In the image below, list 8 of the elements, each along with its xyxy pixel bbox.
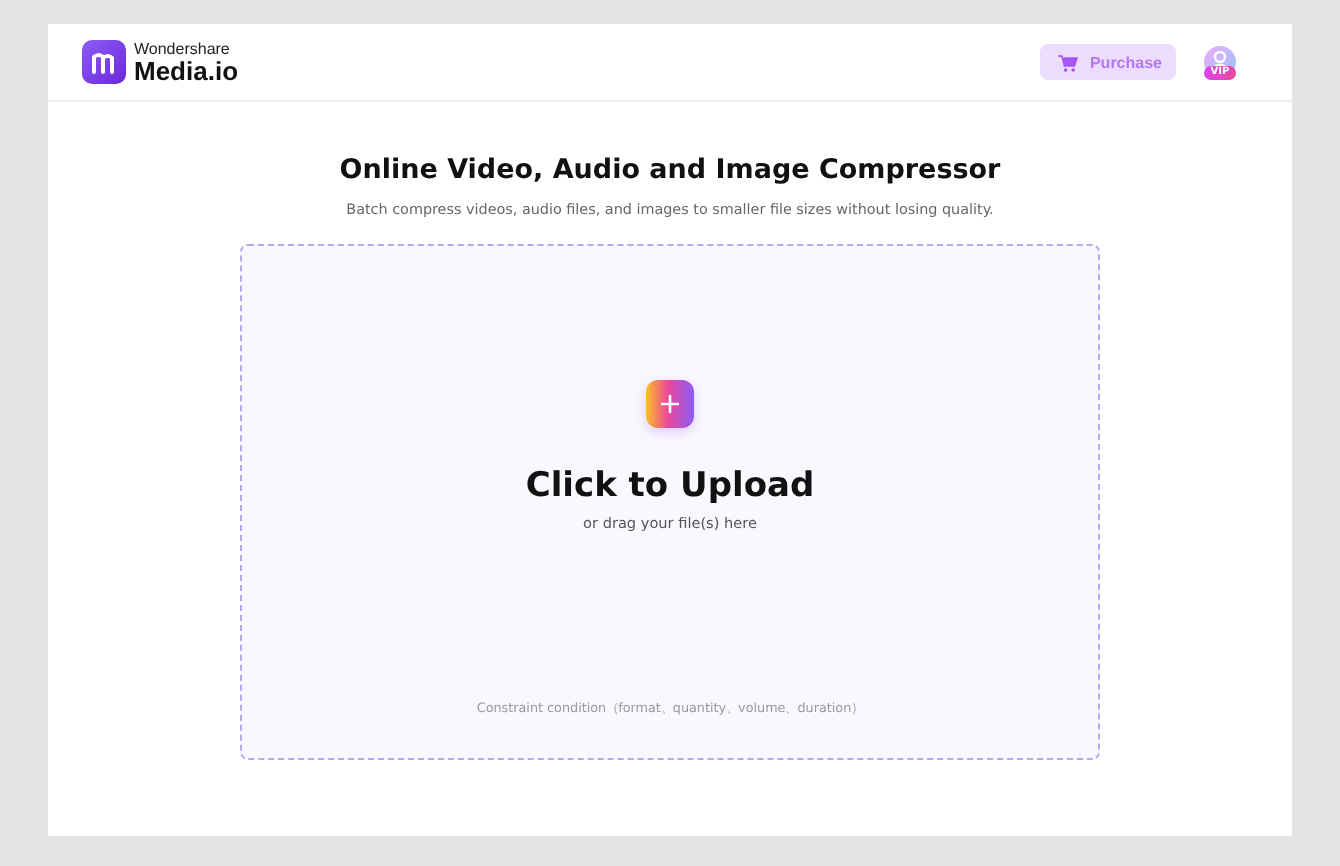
- upload-heading: Click to Upload: [525, 466, 815, 506]
- purchase-button[interactable]: Purchase: [1039, 44, 1176, 80]
- logo-icon: [82, 40, 126, 84]
- brand-name: Media.io: [134, 57, 239, 83]
- cart-icon: [1057, 53, 1078, 71]
- brand-subtitle: Wondershare: [134, 41, 232, 57]
- page-title: Online Video, Audio and Image Compressor: [339, 154, 1001, 186]
- plus-icon[interactable]: [646, 380, 694, 428]
